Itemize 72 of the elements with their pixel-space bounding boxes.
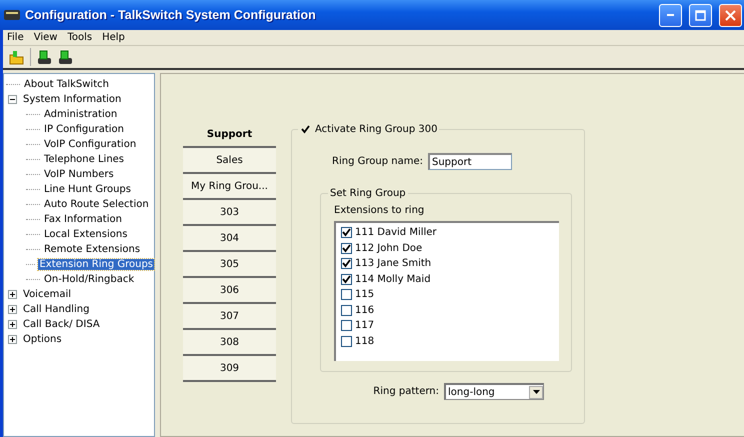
extension-label: 112 John Doe <box>355 242 422 254</box>
device-icon[interactable] <box>37 50 52 64</box>
checkbox[interactable] <box>341 289 352 300</box>
close-icon <box>725 10 736 20</box>
window-title: Configuration - TalkSwitch System Configuration <box>25 8 317 22</box>
tree-item[interactable]: Administration <box>43 109 118 120</box>
group-tab[interactable]: 306 <box>183 278 276 304</box>
caret-icon <box>532 390 540 394</box>
plus-icon[interactable] <box>8 305 17 314</box>
checkbox[interactable] <box>341 304 352 316</box>
tree-item[interactable]: Call Handling <box>22 304 90 315</box>
minus-icon[interactable] <box>8 95 17 104</box>
ring-pattern-dropdown[interactable]: long-long <box>444 383 544 400</box>
tree-item[interactable]: Extension Ring Groups <box>38 259 154 270</box>
checkbox[interactable] <box>341 274 352 285</box>
group-tab[interactable]: My Ring Grou... <box>183 174 276 200</box>
field-label: Ring Group name: <box>332 156 423 167</box>
plus-icon[interactable] <box>8 320 17 329</box>
plus-icon[interactable] <box>8 290 17 299</box>
extension-label: 116 <box>355 304 374 316</box>
tree-item[interactable]: Local Extensions <box>43 229 128 240</box>
tree-item[interactable]: VoIP Configuration <box>43 139 138 150</box>
tree-item[interactable]: Remote Extensions <box>43 244 142 255</box>
tree-item[interactable]: IP Configuration <box>43 124 125 135</box>
checkbox[interactable] <box>341 242 352 254</box>
group-tab[interactable]: 307 <box>183 304 276 330</box>
group-tab[interactable]: Sales <box>183 148 276 174</box>
extension-label: 117 <box>355 320 374 332</box>
tree-item[interactable]: System Information <box>22 94 122 105</box>
checkbox-label: Activate Ring Group 300 <box>315 124 438 135</box>
tree-item[interactable]: Fax Information <box>43 214 123 225</box>
folder-icon[interactable] <box>9 50 24 64</box>
tree-item[interactable]: VoIP Numbers <box>43 169 115 180</box>
app-icon <box>4 9 20 21</box>
menu-item[interactable]: View <box>34 32 58 43</box>
tree-item[interactable]: On-Hold/Ringback <box>43 274 136 285</box>
device-icon[interactable] <box>58 50 73 64</box>
tree-item[interactable]: About TalkSwitch <box>23 79 110 90</box>
close-button[interactable] <box>719 4 742 26</box>
group-tab[interactable]: 305 <box>183 252 276 278</box>
extension-label: 115 <box>355 289 374 300</box>
menu-item[interactable]: Help <box>102 32 125 43</box>
checkbox[interactable] <box>341 258 352 270</box>
plus-icon[interactable] <box>8 335 17 344</box>
checkbox[interactable] <box>341 320 352 332</box>
minimize-button[interactable] <box>659 4 682 26</box>
menu-item[interactable]: File <box>7 32 24 43</box>
maximize-button[interactable] <box>689 4 712 26</box>
minimize-icon <box>667 14 674 16</box>
tree-item[interactable]: Telephone Lines <box>43 154 126 165</box>
frame-title: Set Ring Group <box>329 188 407 199</box>
extension-label: 114 Molly Maid <box>355 274 431 285</box>
checkbox[interactable] <box>300 124 311 135</box>
tree-item[interactable]: Voicemail <box>22 289 72 300</box>
tree-item[interactable]: Options <box>22 334 63 345</box>
extension-label: 113 Jane Smith <box>355 258 432 270</box>
maximize-icon <box>695 10 706 20</box>
checkbox[interactable] <box>341 336 352 347</box>
group-tab[interactable]: 308 <box>183 330 276 356</box>
group-tab[interactable]: 303 <box>183 200 276 226</box>
extension-label: 118 <box>355 336 374 347</box>
menu-item[interactable]: Tools <box>67 32 92 43</box>
group-tab[interactable]: 304 <box>183 226 276 252</box>
list-label: Extensions to ring <box>334 205 426 216</box>
extension-label: 111 David Miller <box>355 227 437 238</box>
field-label: Ring pattern: <box>373 386 439 397</box>
tree-item[interactable]: Line Hunt Groups <box>43 184 132 195</box>
name-field[interactable]: Support <box>428 153 512 170</box>
tree-item[interactable]: Auto Route Selection <box>43 199 150 210</box>
tree-item[interactable]: Call Back/ DISA <box>22 319 101 330</box>
group-tab[interactable]: 309 <box>183 356 276 382</box>
checkbox[interactable] <box>341 227 352 238</box>
